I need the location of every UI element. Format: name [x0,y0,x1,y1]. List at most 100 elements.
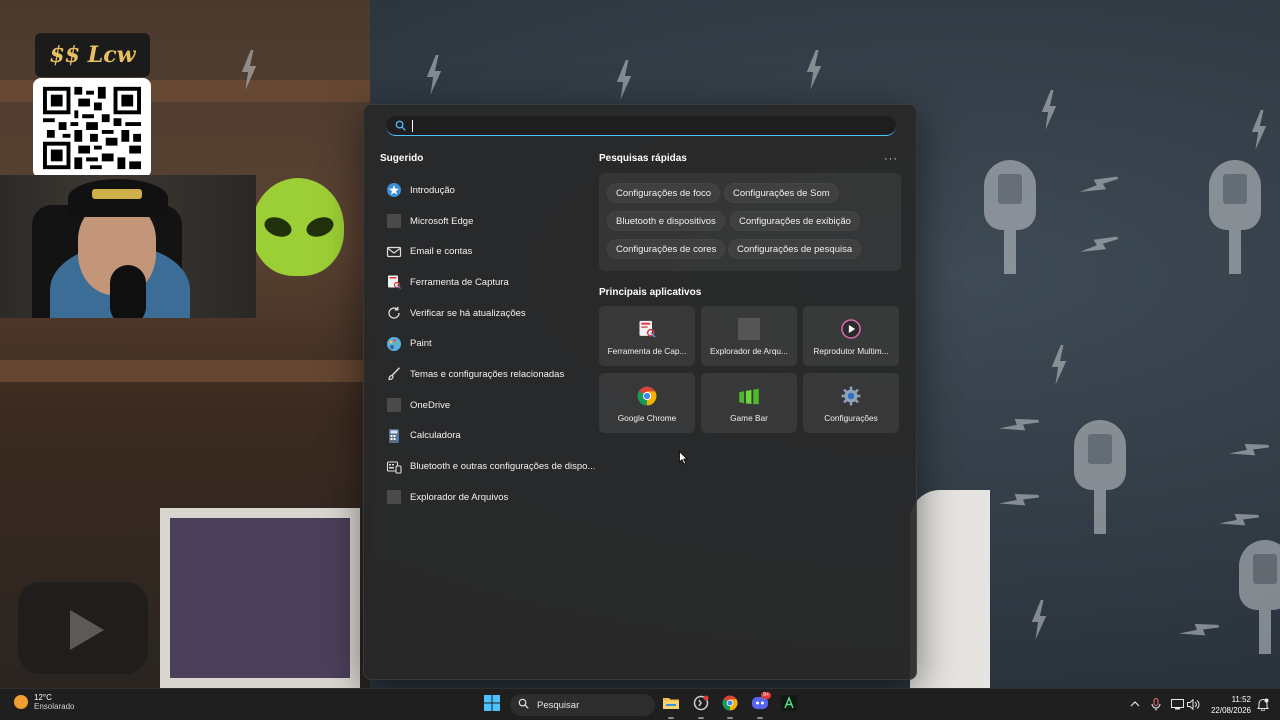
bolt-decoration [1051,345,1067,385]
game-bar-icon [738,385,760,407]
snipping-tool-icon [636,318,658,340]
suggested-title: Sugerido [380,153,424,164]
chevron-up-icon [1130,701,1140,707]
quick-search-chip[interactable]: Configurações de pesquisa [728,239,862,259]
settings-gear-icon [840,385,862,407]
suggested-list: Introdução Microsoft Edge Email e contas… [378,175,598,513]
person-shoulder [910,490,990,688]
search-icon [518,698,529,712]
suggested-item-temas[interactable]: Temas e configurações relacionadas [378,359,598,390]
suggested-item-onedrive[interactable]: OneDrive [378,390,598,421]
suggested-item-bluetooth[interactable]: Bluetooth e outras configurações de disp… [378,451,598,482]
suggested-item-ferramenta-captura[interactable]: Ferramenta de Captura [378,267,598,298]
suggested-item-label: Explorador de Arquivos [410,491,509,503]
alien-toy [252,178,352,298]
quick-search-chip[interactable]: Bluetooth e dispositivos [607,211,725,231]
show-hidden-icons-button[interactable] [1128,697,1142,711]
file-explorer-icon [738,318,760,340]
more-options-button[interactable]: ··· [884,153,898,165]
notifications-button[interactable] [1256,697,1270,711]
taskbar-discord[interactable]: 9+ [749,692,772,716]
search-input[interactable] [415,118,885,133]
bolt-decoration [1227,435,1271,466]
mic-decoration [1205,160,1265,280]
taskbar-chrome[interactable] [719,694,741,716]
bolt-decoration [997,485,1041,516]
suggested-item-explorador[interactable]: Explorador de Arquivos [378,482,598,513]
suggested-item-label: Microsoft Edge [410,215,474,227]
snipping-tool-icon [386,274,402,290]
suggested-item-calculadora[interactable]: Calculadora [378,421,598,452]
suggested-item-label: Temas e configurações relacionadas [410,368,565,380]
clock-time: 11:52 [1231,695,1251,704]
suggested-item-label: OneDrive [410,399,451,411]
sun-icon [14,695,28,709]
taskbar-app-helper[interactable] [690,694,712,716]
file-explorer-icon [386,489,402,505]
app-tile-google-chrome[interactable]: Google Chrome [599,373,695,433]
stream-logo: $$ Lcw [35,33,150,77]
app-tile-media-player[interactable]: Reprodutor Multim... [803,306,899,366]
bolt-decoration [1041,90,1057,130]
intro-icon [386,182,402,198]
suggested-item-label: Bluetooth e outras configurações de disp… [410,461,596,473]
suggested-item-email-contas[interactable]: Email e contas [378,236,598,267]
quick-search-chip[interactable]: Configurações de exibição [730,211,860,231]
app-tile-label: Game Bar [730,413,768,423]
clock-date: 22/08/2026 [1210,706,1251,715]
app-tile-snipping-tool[interactable]: Ferramenta de Cap... [599,306,695,366]
bolt-decoration [1251,110,1267,150]
microphone-tray[interactable] [1149,697,1163,711]
running-indicator [668,717,674,719]
app-tile-label: Google Chrome [617,413,677,423]
app-tile-file-explorer[interactable]: Explorador de Arqu... [701,306,797,366]
running-indicator [727,717,733,719]
suggested-item-introducao[interactable]: Introdução [378,175,598,206]
bolt-decoration [426,55,442,95]
mouse-cursor-icon [679,451,688,465]
app-tile-game-bar[interactable]: Game Bar [701,373,797,433]
volume-tray[interactable] [1186,697,1200,711]
taskbar-search[interactable]: Pesquisar [510,694,655,716]
weather-widget[interactable]: 12°C Ensolarado [14,693,74,711]
bolt-decoration [806,50,822,90]
youtube-play-button-decoration [18,582,148,674]
bolt-decoration [1077,167,1121,203]
suggested-item-label: Calculadora [410,430,461,442]
app-tile-settings[interactable]: Configurações [803,373,899,433]
weather-description: Ensolarado [34,702,75,711]
top-apps-title: Principais aplicativos [599,287,702,298]
suggested-item-microsoft-edge[interactable]: Microsoft Edge [378,206,598,237]
suggested-item-paint[interactable]: Paint [378,328,598,359]
taskbar-search-label: Pesquisar [537,699,580,711]
app-tile-label: Configurações [824,413,878,423]
bell-icon [1257,698,1269,711]
running-indicator [698,717,704,719]
start-button[interactable] [481,694,503,716]
quick-search-chip[interactable]: Configurações de cores [607,239,726,259]
suggested-item-label: Ferramenta de Captura [410,276,509,288]
taskbar-app-a[interactable] [778,694,800,716]
quick-search-chip[interactable]: Configurações de foco [607,183,721,203]
search-icon [394,120,406,132]
quick-search-chip[interactable]: Configurações de Som [724,183,839,203]
app-tile-label: Explorador de Arqu... [710,346,788,356]
taskbar-clock[interactable]: 11:52 22/08/2026 [1205,694,1251,716]
taskbar: 12°C Ensolarado Pesquisar 9+ 11:52 22/08… [0,688,1280,720]
search-panel: Sugerido Introdução Microsoft Edge Email… [363,104,917,680]
mic-decoration [1070,420,1130,540]
mic-decoration [1235,540,1280,660]
mic-decoration [980,160,1040,280]
search-box[interactable] [386,116,896,136]
chrome-icon [636,385,658,407]
folder-icon [663,696,679,715]
onedrive-icon [386,397,402,413]
qr-code-image [43,86,141,170]
qr-code [33,78,151,178]
taskbar-file-explorer[interactable] [660,694,682,716]
bolt-decoration [1177,615,1221,646]
app-tile-label: Reprodutor Multim... [813,346,889,356]
network-tray[interactable] [1170,697,1184,711]
quick-searches-title: Pesquisas rápidas [599,153,687,164]
suggested-item-verificar-atualizacoes[interactable]: Verificar se há atualizações [378,298,598,329]
